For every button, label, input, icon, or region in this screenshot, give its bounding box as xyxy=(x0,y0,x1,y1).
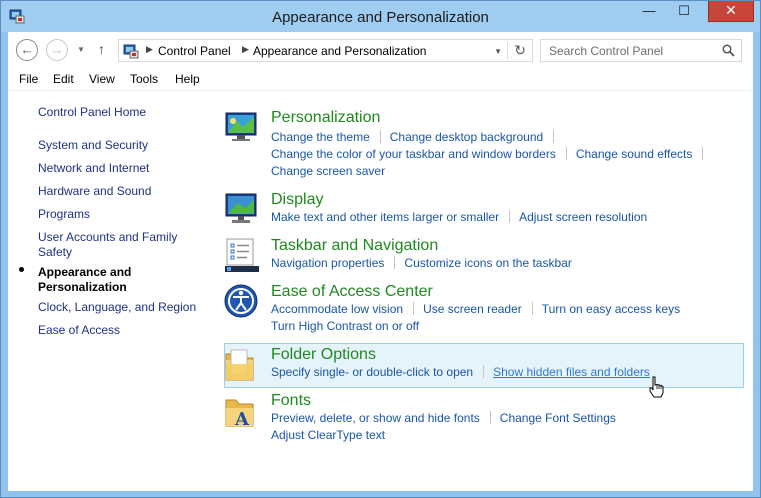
easy-access-keys-link[interactable]: Turn on easy access keys xyxy=(542,302,680,316)
sidebar-item-hardware-sound[interactable]: Hardware and Sound xyxy=(38,184,151,199)
breadcrumb-control-panel[interactable]: Control Panel xyxy=(158,44,231,58)
address-bar[interactable]: ▶ Control Panel ▶ Appearance and Persona… xyxy=(118,39,533,62)
taskbar-icon[interactable] xyxy=(223,237,263,277)
change-sound-effects-link[interactable]: Change sound effects xyxy=(576,147,693,161)
sidebar-item-system-security[interactable]: System and Security xyxy=(38,138,148,153)
sidebar-item-network[interactable]: Network and Internet xyxy=(38,161,149,176)
preview-fonts-link[interactable]: Preview, delete, or show and hide fonts xyxy=(271,411,480,425)
sidebar-item-programs[interactable]: Programs xyxy=(38,207,90,222)
single-double-click-link[interactable]: Specify single- or double-click to open xyxy=(271,365,473,379)
breadcrumb-separator-icon[interactable]: ▶ xyxy=(242,44,249,55)
high-contrast-link[interactable]: Turn High Contrast on or off xyxy=(271,319,419,333)
control-panel-window: Appearance and Personalization — ☐ ✕ ← →… xyxy=(0,0,761,498)
close-button[interactable]: ✕ xyxy=(708,1,754,22)
content-edge xyxy=(750,91,753,491)
sidebar-item-appearance: Appearance and Personalization xyxy=(38,265,132,294)
menu-view[interactable]: View xyxy=(89,72,115,86)
display-icon[interactable] xyxy=(223,191,263,231)
active-bullet xyxy=(19,267,24,272)
change-theme-link[interactable]: Change the theme xyxy=(271,130,370,144)
refresh-icon[interactable]: ↻ xyxy=(514,42,526,59)
address-divider xyxy=(507,42,508,59)
sidebar-item-ease-of-access[interactable]: Ease of Access xyxy=(38,323,120,338)
menu-edit[interactable]: Edit xyxy=(53,72,74,86)
ease-of-access-icon[interactable] xyxy=(223,283,263,323)
hand-cursor-icon xyxy=(649,376,664,398)
ease-of-access-title[interactable]: Ease of Access Center xyxy=(271,283,433,301)
display-title[interactable]: Display xyxy=(271,191,323,209)
change-font-settings-link[interactable]: Change Font Settings xyxy=(500,411,616,425)
minimize-button[interactable]: — xyxy=(636,1,662,22)
personalization-icon[interactable] xyxy=(223,109,263,149)
folder-icon[interactable] xyxy=(223,346,263,386)
text-size-link[interactable]: Make text and other items larger or smal… xyxy=(271,210,499,224)
customize-taskbar-icons-link[interactable]: Customize icons on the taskbar xyxy=(404,256,571,270)
forward-button[interactable]: → xyxy=(46,39,68,61)
accommodate-low-vision-link[interactable]: Accommodate low vision xyxy=(271,302,403,316)
control-panel-crumb-icon xyxy=(123,44,139,59)
sidebar-item-clock-language[interactable]: Clock, Language, and Region xyxy=(38,300,196,315)
menu-tools[interactable]: Tools xyxy=(130,72,158,86)
address-chevron-down-icon[interactable]: ▼ xyxy=(494,47,502,56)
navigation-properties-link[interactable]: Navigation properties xyxy=(271,256,384,270)
sidebar-control-panel-home[interactable]: Control Panel Home xyxy=(38,105,146,120)
change-taskbar-color-link[interactable]: Change the color of your taskbar and win… xyxy=(271,147,556,161)
maximize-button[interactable]: ☐ xyxy=(671,1,697,22)
menu-bar: File Edit View Tools Help xyxy=(8,68,753,91)
search-input[interactable]: Search Control Panel xyxy=(549,44,663,58)
screen-resolution-link[interactable]: Adjust screen resolution xyxy=(519,210,647,224)
screen-reader-link[interactable]: Use screen reader xyxy=(423,302,522,316)
svg-text:A: A xyxy=(234,409,250,430)
search-icon[interactable] xyxy=(722,44,735,57)
menu-file[interactable]: File xyxy=(19,72,38,86)
sidebar-item-user-accounts[interactable]: User Accounts and Family Safety xyxy=(38,230,188,260)
breadcrumb-separator-icon[interactable]: ▶ xyxy=(146,44,153,55)
address-toolbar: ← → ▼ ↑ ▶ Control Panel ▶ Appearance and… xyxy=(8,32,753,68)
cleartype-link[interactable]: Adjust ClearType text xyxy=(271,428,385,442)
back-button[interactable]: ← xyxy=(16,39,38,61)
search-box[interactable]: Search Control Panel xyxy=(540,39,742,62)
change-desktop-background-link[interactable]: Change desktop background xyxy=(390,130,543,144)
breadcrumb-appearance[interactable]: Appearance and Personalization xyxy=(253,44,426,58)
content-area: Control Panel Home System and Security N… xyxy=(8,91,753,491)
menu-help[interactable]: Help xyxy=(175,72,200,86)
taskbar-title[interactable]: Taskbar and Navigation xyxy=(271,237,438,255)
fonts-title[interactable]: Fonts xyxy=(271,392,311,410)
recent-pages-chevron-down-icon[interactable]: ▼ xyxy=(77,45,85,54)
title-bar[interactable]: Appearance and Personalization — ☐ ✕ xyxy=(1,1,760,32)
personalization-title[interactable]: Personalization xyxy=(271,109,380,127)
change-screen-saver-link[interactable]: Change screen saver xyxy=(271,164,385,178)
up-arrow-icon[interactable]: ↑ xyxy=(98,41,105,57)
show-hidden-files-link[interactable]: Show hidden files and folders xyxy=(493,365,650,379)
fonts-folder-icon[interactable]: A xyxy=(223,392,263,432)
folder-options-title[interactable]: Folder Options xyxy=(271,346,376,364)
